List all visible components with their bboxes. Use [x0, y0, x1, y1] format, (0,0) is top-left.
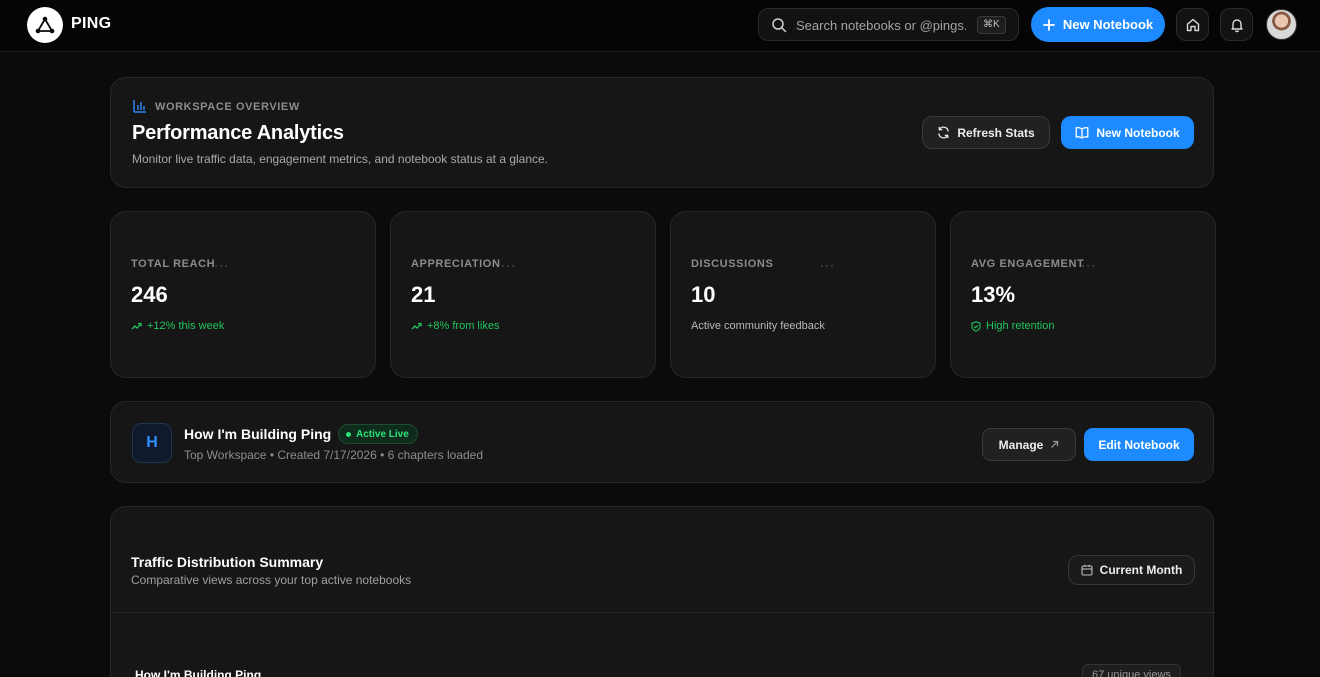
period-select-label: Current Month: [1099, 563, 1183, 577]
stat-card-appreciation: APPRECIATION ··· 21 +8% from likes: [390, 211, 656, 378]
search-input[interactable]: Search notebooks or @pings... ⌘K: [758, 8, 1019, 41]
traffic-title: Traffic Distribution Summary: [131, 554, 324, 570]
stat-label: TOTAL REACH: [131, 258, 216, 270]
plus-icon: [1042, 18, 1055, 31]
unique-views-badge: 67 unique views: [1082, 664, 1181, 677]
calendar-icon: [1081, 564, 1093, 576]
arrow-up-right-icon: [1050, 440, 1059, 449]
edit-notebook-button[interactable]: Edit Notebook: [1084, 428, 1194, 461]
featured-notebook-card: H How I'm Building Ping Active Live Top …: [110, 401, 1214, 483]
bell-icon: [1229, 17, 1245, 33]
stat-value: 10: [691, 282, 716, 307]
search-icon: [771, 17, 787, 33]
edit-notebook-label: Edit Notebook: [1098, 437, 1180, 452]
traffic-distribution-card: Traffic Distribution Summary Comparative…: [110, 506, 1215, 677]
more-options-icon[interactable]: ···: [501, 258, 516, 272]
traffic-divider: [111, 612, 1215, 613]
traffic-subtitle: Comparative views across your top active…: [131, 573, 412, 587]
search-shortcut-badge: ⌘K: [977, 16, 1006, 34]
overview-eyebrow-label: WORKSPACE OVERVIEW: [155, 100, 300, 113]
live-dot-icon: [346, 431, 351, 437]
new-notebook-button[interactable]: New Notebook: [1031, 7, 1165, 42]
stat-note-text: High retention: [986, 320, 1055, 332]
stat-value: 246: [131, 282, 168, 307]
manage-button[interactable]: Manage: [982, 428, 1076, 461]
notebook-initial-badge: H: [132, 423, 172, 463]
status-badge-label: Active Live: [356, 428, 409, 440]
more-options-icon[interactable]: ···: [1081, 258, 1096, 272]
stat-note: High retention: [971, 320, 1055, 332]
stat-label: DISCUSSIONS: [691, 258, 774, 270]
stat-note-text: Active community feedback: [691, 320, 825, 332]
top-navigation-bar: PING Search notebooks or @pings... ⌘K Ne…: [0, 0, 1320, 52]
manage-label: Manage: [998, 437, 1044, 452]
brand-name[interactable]: PING: [71, 15, 111, 33]
stat-value: 13%: [971, 282, 1016, 307]
stat-card-total-reach: TOTAL REACH ··· 246 +12% this week: [110, 211, 376, 378]
stat-card-discussions: DISCUSSIONS ··· 10 Active community feed…: [670, 211, 936, 378]
notebook-meta: Top Workspace • Created 7/17/2026 • 6 ch…: [184, 448, 484, 462]
period-select[interactable]: Current Month: [1068, 555, 1195, 585]
shield-check-icon: [971, 320, 981, 332]
stat-note: Active community feedback: [691, 320, 825, 332]
stat-value: 21: [411, 282, 436, 307]
stat-note-text: +8% from likes: [427, 320, 500, 332]
bar-chart-icon: [132, 99, 147, 114]
stat-card-avg-engagement: AVG ENGAGEMENT ··· 13% High retention: [950, 211, 1216, 378]
trend-up-icon: [411, 322, 422, 330]
workspace-overview-card: WORKSPACE OVERVIEW Performance Analytics…: [110, 77, 1214, 188]
page-title: Performance Analytics: [132, 122, 344, 144]
trend-up-icon: [131, 322, 142, 330]
status-badge: Active Live: [338, 424, 418, 444]
refresh-stats-label: Refresh Stats: [957, 125, 1035, 140]
overview-eyebrow: WORKSPACE OVERVIEW: [132, 99, 300, 114]
new-notebook-label: New Notebook: [1062, 17, 1154, 32]
new-notebook-card-label: New Notebook: [1096, 125, 1180, 140]
page-subtitle: Monitor live traffic data, engagement me…: [132, 152, 549, 166]
home-icon: [1185, 17, 1201, 33]
stat-note-text: +12% this week: [147, 320, 225, 332]
home-button[interactable]: [1176, 8, 1209, 41]
avatar[interactable]: [1266, 9, 1297, 40]
new-notebook-card-button[interactable]: New Notebook: [1061, 116, 1194, 149]
notifications-button[interactable]: [1220, 8, 1253, 41]
ping-logo-icon[interactable]: [27, 7, 63, 43]
search-placeholder: Search notebooks or @pings...: [796, 18, 966, 33]
stat-note: +8% from likes: [411, 320, 499, 332]
open-book-icon: [1075, 126, 1089, 139]
stat-label: APPRECIATION: [411, 258, 501, 270]
refresh-icon: [937, 126, 950, 139]
stat-label: AVG ENGAGEMENT: [971, 258, 1085, 270]
notebook-title[interactable]: How I'm Building Ping: [184, 426, 331, 442]
refresh-stats-button[interactable]: Refresh Stats: [922, 116, 1050, 149]
more-options-icon[interactable]: ···: [820, 258, 835, 272]
traffic-row-name: How I'm Building Ping: [135, 668, 262, 677]
stat-note: +12% this week: [131, 320, 224, 332]
more-options-icon[interactable]: ···: [214, 258, 229, 272]
